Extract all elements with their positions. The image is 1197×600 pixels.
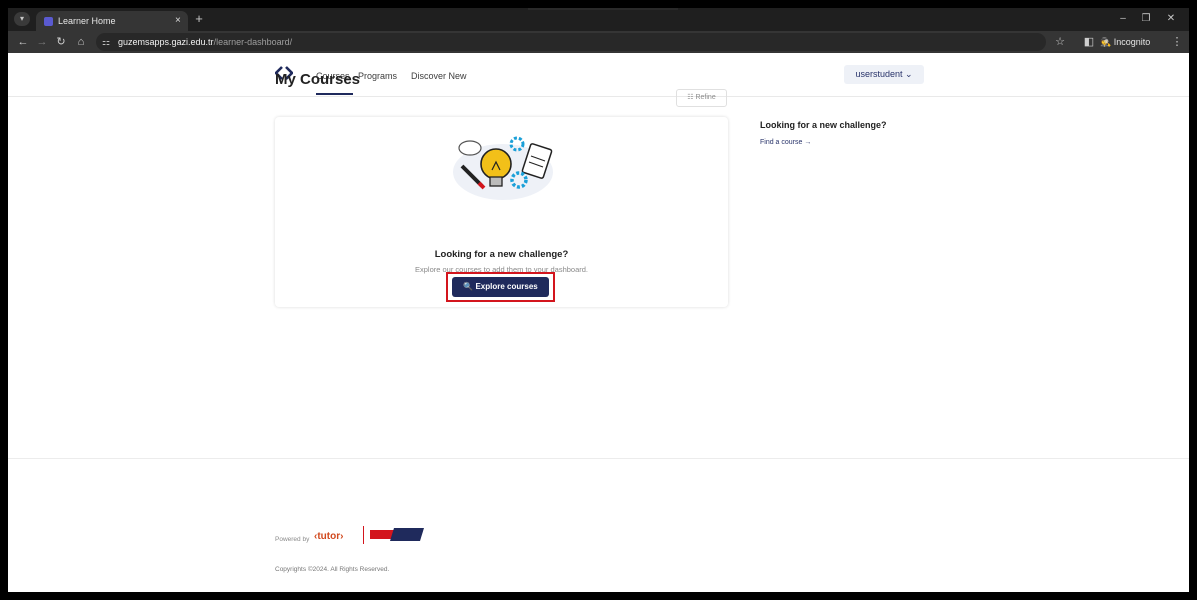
user-menu-dropdown[interactable]: userstudent ⌄ (844, 65, 924, 84)
find-course-link[interactable]: Find a course → (760, 138, 811, 148)
powered-by-text: Powered by (275, 536, 310, 543)
tab-strip: ▾ Learner Home × + – ❐ ✕ (8, 8, 1189, 31)
bookmark-star-icon[interactable]: ☆ (1053, 35, 1067, 49)
tab-favicon-icon (44, 17, 53, 26)
incognito-icon: 🕵 (1100, 37, 1112, 47)
side-panel-icon[interactable]: ◧ (1082, 35, 1096, 49)
page-title: My Courses (275, 71, 361, 88)
url-path: /learner-dashboard/ (213, 37, 293, 47)
reload-icon[interactable]: ↻ (54, 35, 68, 49)
browser-toolbar: ← → ↻ ⌂ ⚏ guzemsapps.gazi.edu.tr/learner… (8, 31, 1189, 53)
sidebar-heading: Looking for a new challenge? (760, 120, 887, 130)
restore-icon[interactable]: ❐ (1139, 12, 1153, 26)
browser-window: ▾ Learner Home × + – ❐ ✕ ← → ↻ ⌂ ⚏ guzem… (8, 8, 1189, 592)
openedx-logo[interactable] (370, 527, 424, 542)
site-footer (8, 458, 1189, 547)
forward-icon[interactable]: → (35, 35, 49, 49)
refine-button[interactable]: ☷ Refine (676, 89, 727, 107)
browser-tab[interactable]: Learner Home × (36, 11, 188, 31)
back-icon[interactable]: ← (16, 35, 30, 49)
challenge-illustration (453, 136, 553, 200)
active-nav-underline (316, 93, 353, 95)
site-info-icon[interactable]: ⚏ (102, 35, 110, 49)
address-bar[interactable]: ⚏ guzemsapps.gazi.edu.tr/learner-dashboa… (96, 33, 1046, 51)
tab-search-icon[interactable]: ▾ (14, 12, 30, 26)
minimize-icon[interactable]: – (1116, 12, 1130, 26)
tab-title: Learner Home (58, 16, 116, 26)
tab-drag-indicator (528, 8, 678, 10)
footer-logo-divider (363, 526, 364, 544)
copyright-text: Copyrights ©2024. All Rights Reserved. (275, 566, 390, 573)
nav-programs[interactable]: Programs (358, 70, 397, 82)
empty-state-heading: Looking for a new challenge? (434, 249, 569, 260)
url-host: guzemsapps.gazi.edu.tr (118, 37, 214, 47)
explore-courses-button[interactable]: 🔍 Explore courses (452, 277, 549, 297)
nav-discover-new[interactable]: Discover New (411, 70, 467, 82)
url-text[interactable]: guzemsapps.gazi.edu.tr/learner-dashboard… (118, 35, 292, 49)
tab-close-icon[interactable]: × (175, 14, 181, 28)
window-close-icon[interactable]: ✕ (1164, 12, 1178, 26)
browser-menu-icon[interactable]: ⋮ (1170, 35, 1184, 49)
incognito-badge[interactable]: 🕵 Incognito (1100, 35, 1150, 49)
site-header: Courses Programs Discover New userstuden… (8, 53, 1189, 97)
home-icon[interactable]: ⌂ (74, 35, 88, 49)
new-tab-icon[interactable]: + (192, 12, 206, 26)
tutor-logo[interactable]: ‹tutor› (314, 530, 343, 544)
incognito-label: Incognito (1113, 37, 1151, 47)
